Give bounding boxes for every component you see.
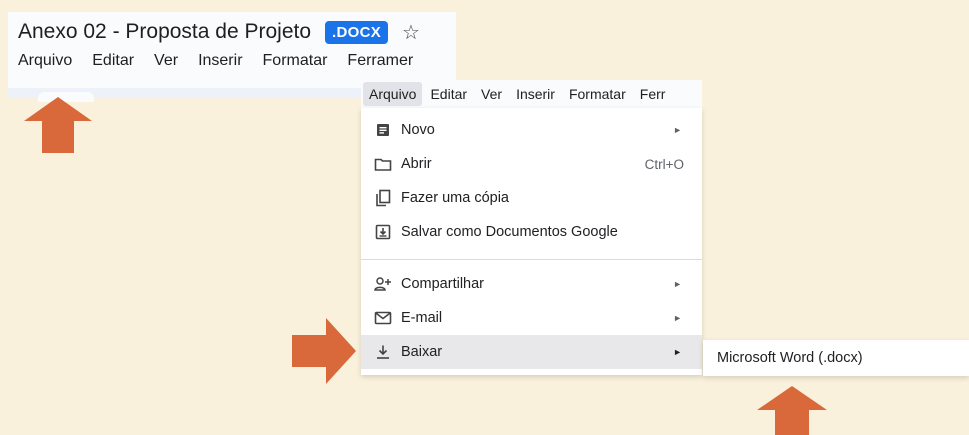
- arrow-right-icon: [292, 318, 356, 384]
- menu-item-salvar-como[interactable]: Salvar como Documentos Google: [361, 215, 702, 249]
- arrow-up-icon: [24, 97, 92, 153]
- menu-item-abrir[interactable]: Abrir Ctrl+O: [361, 147, 702, 181]
- menu-item-label: Novo: [401, 122, 435, 138]
- docx-format-badge: .DOCX: [325, 20, 389, 44]
- save-as-icon: [372, 224, 394, 240]
- person-add-icon: [372, 276, 394, 292]
- shortcut-label: Ctrl+O: [644, 156, 684, 172]
- submenu-item-word-docx[interactable]: Microsoft Word (.docx): [717, 350, 863, 366]
- menu-ver-small[interactable]: Ver: [481, 86, 502, 102]
- menu-divider: [361, 259, 702, 260]
- menu-inserir[interactable]: Inserir: [198, 52, 242, 76]
- title-row: Anexo 02 - Proposta de Projeto .DOCX ☆: [18, 16, 420, 48]
- menu-editar[interactable]: Editar: [92, 52, 134, 76]
- download-icon: [372, 344, 394, 360]
- arrow-up-icon: [757, 386, 827, 435]
- star-icon[interactable]: ☆: [402, 20, 420, 45]
- menu-formatar[interactable]: Formatar: [263, 52, 328, 76]
- menu-formatar-small[interactable]: Formatar: [569, 86, 626, 102]
- menu-item-label: Compartilhar: [401, 276, 484, 292]
- menu-item-label: Fazer uma cópia: [401, 190, 509, 206]
- menu-arquivo-active[interactable]: Arquivo: [363, 82, 423, 106]
- submenu-arrow-icon: ►: [673, 125, 682, 135]
- document-icon: [372, 122, 394, 138]
- menu-inserir-small[interactable]: Inserir: [516, 86, 555, 102]
- menu-item-compartilhar[interactable]: Compartilhar ►: [361, 267, 702, 301]
- menu-item-label: Salvar como Documentos Google: [401, 224, 618, 240]
- menu-ver[interactable]: Ver: [154, 52, 178, 76]
- menu-ferramentas-small[interactable]: Ferr: [640, 86, 666, 102]
- document-title[interactable]: Anexo 02 - Proposta de Projeto: [18, 20, 311, 44]
- menu-ferramentas[interactable]: Ferramer: [347, 52, 413, 76]
- menu-item-fazer-copia[interactable]: Fazer uma cópia: [361, 181, 702, 215]
- menu-item-label: E-mail: [401, 310, 443, 326]
- menu-item-email[interactable]: E-mail ►: [361, 301, 702, 335]
- folder-icon: [372, 157, 394, 172]
- menu-item-label: Baixar: [401, 344, 443, 360]
- submenu-arrow-icon: ►: [673, 279, 682, 289]
- menubar: Arquivo Editar Ver Inserir Formatar Ferr…: [18, 52, 454, 76]
- submenu-arrow-icon: ►: [673, 347, 682, 357]
- menu-item-label: Abrir: [401, 156, 432, 172]
- copy-icon: [372, 189, 394, 207]
- file-dropdown: Novo ► Abrir Ctrl+O Fazer uma cópia Salv…: [361, 108, 702, 375]
- menu-arquivo[interactable]: Arquivo: [18, 52, 72, 76]
- submenu-arrow-icon: ►: [673, 313, 682, 323]
- menu-item-novo[interactable]: Novo ►: [361, 113, 702, 147]
- file-menu-crop: Arquivo Editar Ver Inserir Formatar Ferr…: [361, 80, 702, 375]
- download-submenu: Microsoft Word (.docx): [703, 340, 969, 376]
- menu-item-baixar[interactable]: Baixar ►: [361, 335, 702, 369]
- mail-icon: [372, 311, 394, 325]
- menubar-small: Arquivo Editar Ver Inserir Formatar Ferr: [361, 80, 702, 108]
- menu-editar-small[interactable]: Editar: [430, 86, 467, 102]
